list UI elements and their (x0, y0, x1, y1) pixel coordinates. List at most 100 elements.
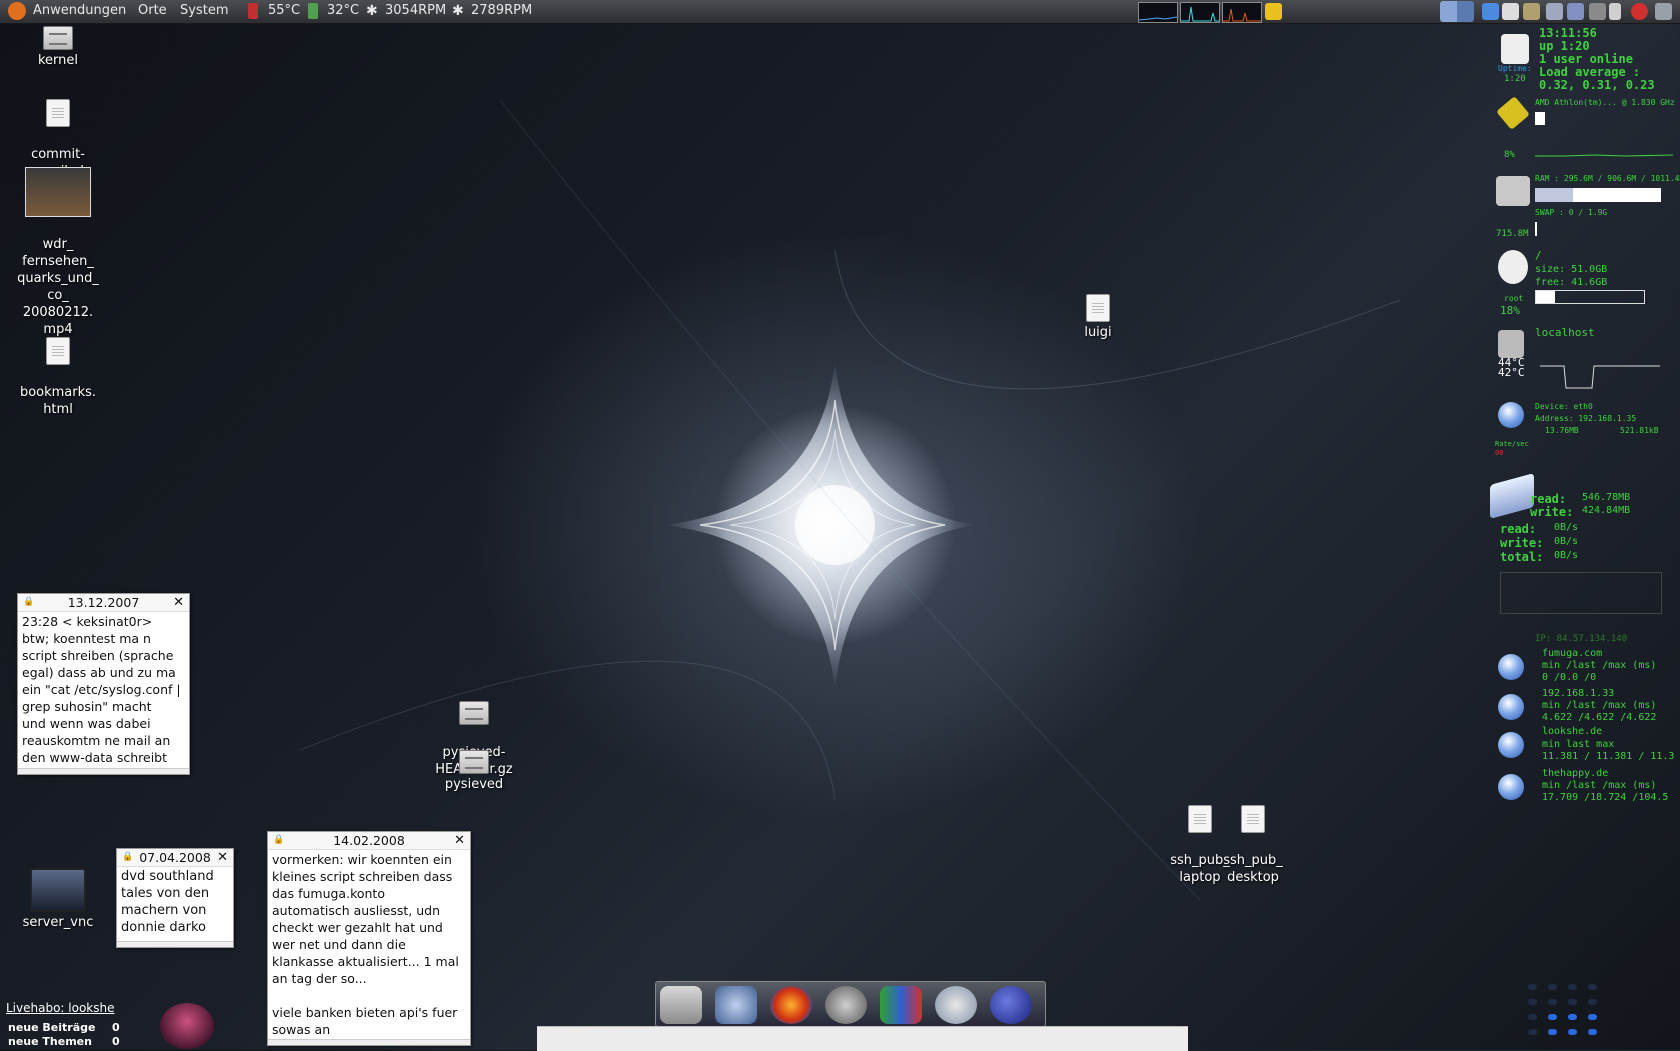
ping-values: 4.622 /4.622 /4.622 (1542, 712, 1657, 723)
swap-bar (1535, 222, 1537, 236)
ping-header: min /last /max (ms) (1542, 780, 1657, 791)
show-desktop-icon[interactable] (1482, 3, 1499, 20)
home-folder-icon[interactable] (660, 986, 702, 1024)
harddisk-icon (1498, 330, 1524, 358)
desktop-icon-label: server_vnc (22, 915, 94, 930)
ping-host: 192.168.1.33 (1542, 688, 1615, 699)
uptime-label: Uptime: (1498, 64, 1532, 73)
desktop-icon-bookmarks[interactable]: bookmarks. html (8, 320, 108, 435)
uptime-small: 1:20 (1504, 74, 1526, 84)
mail-client-icon[interactable] (935, 986, 977, 1024)
sensor-fan-2: 2789RPM (471, 3, 533, 18)
video-thumbnail-icon (25, 167, 91, 217)
desktop-icon-server-vnc[interactable]: server_vnc (8, 868, 108, 931)
sticky-note[interactable]: 🔒 13.12.2007 ✕ 23:28 < keksinat0r> btw; … (17, 593, 190, 775)
menu-places[interactable]: Orte (138, 3, 167, 18)
desktop-icon-pysieved[interactable]: pysieved (424, 750, 524, 793)
ping-header: min last max (1542, 739, 1615, 750)
archive-icon (459, 701, 489, 725)
note-header[interactable]: 🔒 14.02.2008 ✕ (268, 832, 470, 850)
swap-usage: SWAP : 0 / 1.9G (1535, 208, 1608, 217)
activity-dot (1528, 1014, 1537, 1020)
ping-header: min /last /max (ms) (1542, 700, 1657, 711)
workspace-switcher[interactable] (1440, 1, 1474, 22)
fs-free: free: 41.6GB (1535, 277, 1608, 288)
close-icon[interactable]: ✕ (173, 594, 184, 611)
note-text[interactable]: 23:28 < keksinat0r> btw; koenntest ma n … (18, 612, 189, 767)
network-globe-icon[interactable] (715, 986, 757, 1024)
sticky-note[interactable]: 🔒 07.04.2008 ✕ dvd southland tales von d… (116, 848, 234, 948)
note-resize-handle[interactable] (18, 768, 189, 774)
menu-system[interactable]: System (180, 3, 228, 18)
script-file-icon (46, 99, 70, 127)
display-icon[interactable] (1567, 3, 1584, 20)
livehabo-title[interactable]: Livehabo: lookshe (6, 1001, 115, 1015)
system-monitor-mem[interactable] (1180, 2, 1220, 23)
ram-bar (1535, 188, 1661, 202)
note-text[interactable]: vormerken: wir koennten ein kleines scri… (268, 850, 470, 1039)
sticky-note[interactable]: 🔒 14.02.2008 ✕ vormerken: wir koennten e… (267, 831, 471, 1046)
note-text[interactable]: dvd southland tales von den machern von … (117, 867, 233, 937)
activity-dots-widget (1528, 984, 1608, 1044)
note-resize-handle[interactable] (117, 941, 233, 947)
monitor-icon (30, 868, 86, 912)
disk-read-label: read: (1530, 492, 1567, 506)
bluetooth-icon[interactable] (1589, 3, 1606, 20)
lock-icon[interactable]: 🔒 (122, 849, 133, 866)
ping-globe-icon (1498, 694, 1524, 720)
desktop-icon-luigi[interactable]: luigi (1048, 294, 1148, 341)
bottom-panel[interactable] (537, 1026, 1188, 1051)
users-online: 1 user online (1539, 52, 1633, 66)
desktop-icon-kernel[interactable]: kernel (8, 26, 108, 69)
livehabo-logo-icon[interactable] (160, 1003, 214, 1049)
ubuntu-logo-icon[interactable] (8, 2, 26, 20)
rate-read-label: read: (1500, 522, 1537, 536)
clock: 13:11:56 (1539, 26, 1597, 40)
mail-icon[interactable] (1546, 3, 1563, 20)
close-icon[interactable]: ✕ (454, 832, 465, 849)
notes-applet-icon[interactable] (1265, 3, 1282, 20)
cpu-chip-icon (1496, 96, 1530, 130)
fs-bar (1535, 290, 1645, 304)
system-monitor-net[interactable] (1222, 2, 1262, 23)
power-icon[interactable] (1631, 3, 1648, 20)
close-icon[interactable]: ✕ (217, 849, 228, 866)
temp-graph (1540, 365, 1660, 389)
note-date: 07.04.2008 (139, 850, 211, 865)
system-monitor-cpu[interactable] (1138, 2, 1178, 23)
network-icon[interactable] (1502, 3, 1519, 20)
thermometer-icon (308, 3, 318, 19)
battery-icon[interactable] (1655, 3, 1672, 20)
speaker-icon[interactable] (825, 986, 867, 1024)
activity-dot (1588, 1014, 1597, 1020)
fs-bar-fill (1536, 291, 1556, 303)
desktop-icon-ssh-desktop[interactable]: ssh_pub_ desktop (1203, 788, 1303, 903)
note-date: 13.12.2007 (67, 595, 140, 610)
net-address: Address: 192.168.1.35 (1535, 414, 1637, 423)
net-rate-value: 00 (1495, 449, 1504, 457)
cpu-usage-bar (1535, 112, 1546, 125)
fs-mount: / (1535, 249, 1542, 262)
activity-dot (1548, 1014, 1557, 1020)
firefox-icon[interactable] (770, 986, 812, 1024)
lock-icon[interactable]: 🔒 (23, 594, 34, 611)
note-header[interactable]: 🔒 13.12.2007 ✕ (18, 594, 189, 612)
activity-dot (1528, 1029, 1537, 1035)
activity-dot (1588, 1029, 1597, 1035)
lock-icon[interactable]: 🔒 (273, 832, 284, 849)
sensor-temp-1: 55°C (268, 3, 301, 18)
lock-icon[interactable] (1523, 3, 1540, 20)
ram-bar-fill (1535, 188, 1573, 202)
rate-read: 0B/s (1554, 522, 1579, 533)
rate-write-label: write: (1500, 536, 1544, 550)
note-header[interactable]: 🔒 07.04.2008 ✕ (117, 849, 233, 867)
activity-dot (1548, 984, 1557, 990)
activity-dot (1568, 999, 1577, 1005)
note-resize-handle[interactable] (268, 1039, 470, 1045)
messenger-icon[interactable] (880, 986, 922, 1024)
menu-applications[interactable]: Anwendungen (33, 3, 126, 18)
ping-globe-icon (1498, 774, 1524, 800)
eclipse-icon[interactable] (990, 986, 1032, 1024)
volume-icon[interactable] (1609, 3, 1621, 20)
text-file-icon (1241, 805, 1265, 833)
